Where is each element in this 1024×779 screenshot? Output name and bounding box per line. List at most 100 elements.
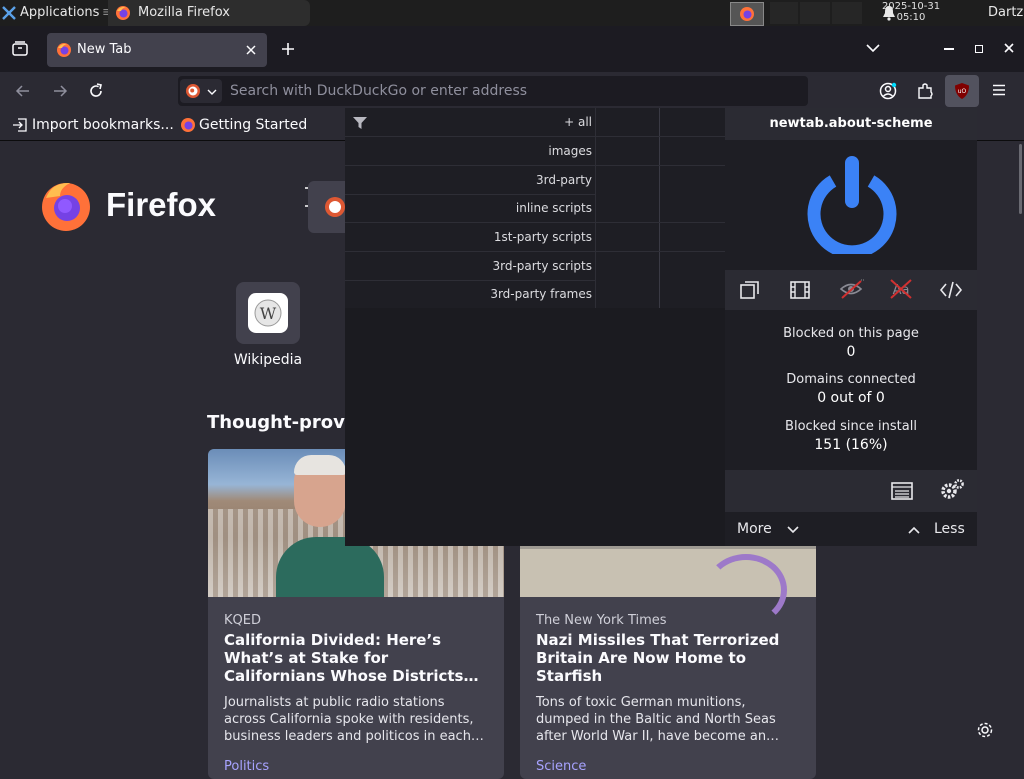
clock-date: 2025-10-31 xyxy=(881,1,941,12)
svg-text:uO: uO xyxy=(958,88,967,95)
chevron-down-icon xyxy=(787,526,799,534)
workspace-3[interactable] xyxy=(800,2,830,24)
global-rule-cell[interactable] xyxy=(659,194,726,222)
power-switch-icon[interactable] xyxy=(805,154,899,259)
user-menu[interactable]: Dartz xyxy=(988,0,1023,26)
shortcut-label: Wikipedia xyxy=(233,352,303,368)
ubo-filter-grid: + all images 3rd-party inline scripts 1s… xyxy=(345,108,726,309)
story-category[interactable]: Science xyxy=(536,759,586,774)
chevron-up-icon xyxy=(908,526,920,534)
settings-gears-icon[interactable] xyxy=(939,478,965,502)
ubo-stats: Blocked on this page 0 Domains connected… xyxy=(725,310,977,470)
filter-row-label: images xyxy=(548,144,592,158)
local-rule-cell[interactable] xyxy=(595,108,660,136)
ubo-filter-row[interactable]: 3rd-party frames xyxy=(345,280,726,309)
story-category[interactable]: Politics xyxy=(224,759,269,774)
global-rule-cell[interactable] xyxy=(659,223,726,251)
forward-arrow-icon[interactable] xyxy=(52,83,68,99)
local-rule-cell[interactable] xyxy=(595,252,660,280)
ubo-filter-row[interactable]: 3rd-party xyxy=(345,166,726,195)
svg-text:Aa: Aa xyxy=(893,283,910,298)
list-all-tabs-chevron-icon[interactable] xyxy=(866,43,880,53)
applications-menu[interactable]: Applications xyxy=(20,0,99,26)
wikipedia-icon: W xyxy=(248,293,288,333)
address-bar[interactable]: Search with DuckDuckGo or enter address xyxy=(178,76,808,106)
global-rule-cell[interactable] xyxy=(659,108,726,136)
no-remote-fonts-icon[interactable]: Aa xyxy=(889,278,913,300)
search-engine-selector[interactable] xyxy=(180,79,222,103)
more-label: More xyxy=(737,521,772,537)
bookmark-import-label: Import bookmarks... xyxy=(32,117,174,133)
firefox-bookmark-icon xyxy=(181,118,195,132)
ubo-filter-row[interactable]: images xyxy=(345,137,726,166)
global-rule-cell[interactable] xyxy=(659,166,726,194)
firefox-icon xyxy=(115,5,131,21)
duckduckgo-icon xyxy=(186,84,200,98)
page-scrollbar[interactable] xyxy=(1019,144,1022,214)
tab-new-tab[interactable]: New Tab xyxy=(47,33,267,67)
ubo-power-area xyxy=(725,140,977,270)
filter-row-label: inline scripts xyxy=(515,201,592,215)
local-rule-cell[interactable] xyxy=(595,280,660,308)
story-title: California Divided: Here’s What’s at Sta… xyxy=(224,631,479,685)
back-arrow-icon[interactable] xyxy=(15,83,31,99)
ubo-filter-row[interactable]: 3rd-party scripts xyxy=(345,252,726,281)
section-title: Thought-provo xyxy=(207,412,358,433)
filter-row-label: + all xyxy=(564,115,592,129)
workspace-2[interactable] xyxy=(770,2,798,24)
workspace-4[interactable] xyxy=(832,2,862,24)
ubo-filter-row[interactable]: 1st-party scripts xyxy=(345,223,726,252)
account-icon[interactable] xyxy=(879,82,897,100)
story-title: Nazi Missiles That Terrorized Britain Ar… xyxy=(536,631,780,685)
ublock-origin-button[interactable]: uO xyxy=(945,75,979,107)
blocked-install-label: Blocked since install xyxy=(785,419,917,434)
ubo-toolbar: Aa xyxy=(725,270,977,310)
more-button[interactable]: More xyxy=(737,512,827,546)
no-scripts-code-icon[interactable] xyxy=(939,280,963,300)
ubo-filter-row[interactable]: inline scripts xyxy=(345,194,726,223)
bookmark-getting-started[interactable]: Getting Started xyxy=(178,110,308,140)
firefox-view-icon[interactable] xyxy=(11,40,29,58)
workspace-firefox-thumb[interactable] xyxy=(730,2,764,26)
shortcut-wikipedia[interactable]: W Wikipedia xyxy=(222,280,314,376)
ubo-filter-row[interactable]: + all xyxy=(345,108,726,137)
newtab-search-box[interactable] xyxy=(308,181,348,233)
story-excerpt: Tons of toxic German munitions, dumped i… xyxy=(536,695,780,744)
bookmark-getting-started-label: Getting Started xyxy=(199,117,308,133)
local-rule-cell[interactable] xyxy=(595,137,660,165)
address-placeholder: Search with DuckDuckGo or enter address xyxy=(230,83,528,99)
ubo-hostname: newtab.about-scheme xyxy=(725,108,977,140)
ublock-shield-icon: uO xyxy=(955,83,969,99)
ubo-more-less-bar: More Less xyxy=(725,512,977,546)
reload-icon[interactable] xyxy=(88,83,104,99)
less-label: Less xyxy=(934,521,965,537)
duckduckgo-search-icon xyxy=(325,197,345,217)
less-button[interactable]: Less xyxy=(905,512,975,546)
no-cosmetic-filtering-icon[interactable] xyxy=(839,278,865,300)
local-rule-cell[interactable] xyxy=(595,223,660,251)
close-tab-icon[interactable] xyxy=(245,44,257,56)
applications-menu-icon[interactable] xyxy=(2,6,16,20)
close-window-icon[interactable] xyxy=(1004,43,1014,53)
clock[interactable]: 2025-10-31 05:10 xyxy=(876,1,946,23)
logger-list-icon[interactable] xyxy=(891,482,913,500)
local-rule-cell[interactable] xyxy=(595,166,660,194)
personalize-gear-icon[interactable] xyxy=(976,721,994,739)
global-rule-cell[interactable] xyxy=(659,280,726,308)
new-tab-plus-icon[interactable] xyxy=(281,42,295,56)
blocked-page-label: Blocked on this page xyxy=(783,326,919,341)
global-rule-cell[interactable] xyxy=(659,252,726,280)
extensions-puzzle-icon[interactable] xyxy=(916,82,934,100)
no-media-film-icon[interactable] xyxy=(789,280,811,300)
local-rule-cell[interactable] xyxy=(595,194,660,222)
minimize-window-icon[interactable] xyxy=(944,48,954,50)
import-icon xyxy=(13,118,27,132)
taskbar-firefox-title: Mozilla Firefox xyxy=(138,5,230,20)
hamburger-menu-icon[interactable] xyxy=(992,84,1006,96)
global-rule-cell[interactable] xyxy=(659,137,726,165)
ubo-grid-empty-area xyxy=(345,308,725,546)
blocked-page-value: 0 xyxy=(846,344,856,360)
taskbar-firefox-window[interactable]: Mozilla Firefox xyxy=(108,0,310,26)
maximize-window-icon[interactable] xyxy=(975,45,983,53)
no-popups-icon[interactable] xyxy=(739,280,761,300)
